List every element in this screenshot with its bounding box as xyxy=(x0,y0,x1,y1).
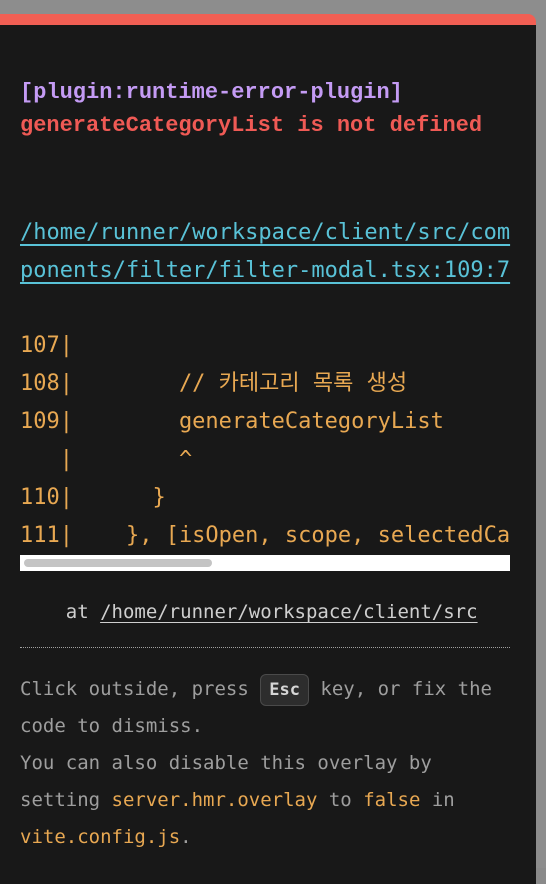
code-line-110: 110| } xyxy=(20,485,166,510)
dismiss-tip: Click outside, press Esc key, or fix the… xyxy=(20,671,515,856)
false-value: false xyxy=(363,789,421,811)
tip-period: . xyxy=(180,826,192,848)
tip-in-text: in xyxy=(420,789,455,811)
tip-text-start: Click outside, press xyxy=(20,678,261,700)
code-frame[interactable]: 107| 108| // 카테고리 목록 생성 109| generateCat… xyxy=(20,327,510,563)
tip-to-text: to xyxy=(317,789,364,811)
scrollbar-thumb[interactable] xyxy=(24,559,212,567)
config-file-name: vite.config.js xyxy=(20,826,181,848)
stack-prefix: at xyxy=(20,601,101,623)
divider xyxy=(20,647,510,648)
plugin-name: [plugin:runtime-error-plugin] xyxy=(20,80,403,105)
error-overlay: [plugin:runtime-error-plugin] generateCa… xyxy=(0,14,536,884)
esc-key: Esc xyxy=(260,673,309,706)
setting-name: server.hmr.overlay xyxy=(111,789,318,811)
error-message: [plugin:runtime-error-plugin] generateCa… xyxy=(20,76,520,142)
code-line-109: 109| generateCategoryList xyxy=(20,409,444,434)
code-frame-scrollbar[interactable] xyxy=(20,555,510,571)
code-line-111: 111| }, [isOpen, scope, selectedCategory… xyxy=(20,523,510,548)
code-line-108: 108| // 카테고리 목록 생성 xyxy=(20,371,408,396)
stack-file-link[interactable]: /home/runner/workspace/client/src xyxy=(100,601,478,623)
code-caret-line: | ^ xyxy=(20,447,193,472)
code-line-107: 107| xyxy=(20,333,73,358)
error-text: generateCategoryList is not defined xyxy=(20,113,483,138)
error-file-link[interactable]: /home/runner/workspace/client/src/compon… xyxy=(20,214,512,290)
stack-trace: at /home/runner/workspace/client/src xyxy=(20,595,510,631)
